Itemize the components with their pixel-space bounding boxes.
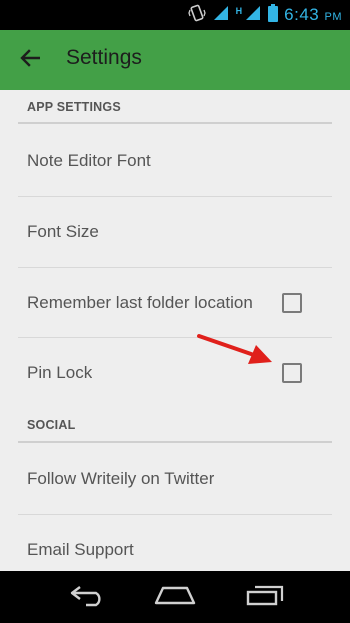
- section-divider: [18, 122, 332, 124]
- setting-remember-last-folder[interactable]: Remember last folder location: [18, 268, 332, 338]
- home-nav-icon: [153, 584, 197, 611]
- home-nav-button[interactable]: [145, 571, 205, 623]
- setting-pin-lock[interactable]: Pin Lock: [18, 338, 332, 408]
- recents-nav-button[interactable]: [235, 571, 295, 623]
- signal-icon: [244, 5, 262, 26]
- status-bar: H 6:43 PM: [0, 0, 350, 30]
- signal-icon: [212, 5, 230, 26]
- section-divider: [18, 441, 332, 443]
- network-type-label: H: [235, 6, 243, 16]
- setting-label: Email Support: [27, 540, 134, 559]
- pin-lock-checkbox[interactable]: [282, 363, 302, 383]
- setting-label: Note Editor Font: [27, 151, 151, 170]
- setting-note-editor-font[interactable]: Note Editor Font: [18, 126, 332, 196]
- section-header-app-settings: APP SETTINGS: [27, 100, 121, 114]
- setting-font-size[interactable]: Font Size: [18, 197, 332, 267]
- remember-folder-checkbox[interactable]: [282, 293, 302, 313]
- annotation-arrow-icon: [196, 330, 276, 375]
- app-bar: Settings: [0, 30, 350, 90]
- setting-email-support[interactable]: Email Support: [18, 515, 332, 571]
- navigation-bar: [0, 571, 350, 623]
- back-nav-icon: [68, 583, 108, 612]
- setting-label: Remember last folder location: [27, 293, 253, 312]
- setting-label: Pin Lock: [27, 363, 93, 382]
- recents-nav-icon: [245, 583, 285, 612]
- battery-icon: [268, 3, 279, 27]
- section-header-social: SOCIAL: [27, 418, 76, 432]
- back-arrow-icon: [20, 48, 41, 72]
- status-time: 6:43 PM: [284, 5, 342, 24]
- back-button[interactable]: [14, 44, 46, 76]
- vibrate-icon: [187, 4, 206, 27]
- page-title: Settings: [66, 46, 142, 69]
- back-nav-button[interactable]: [58, 571, 118, 623]
- status-icons: H 6:43 PM: [187, 0, 342, 30]
- setting-label: Follow Writeily on Twitter: [27, 469, 215, 488]
- setting-follow-twitter[interactable]: Follow Writeily on Twitter: [18, 444, 332, 514]
- setting-label: Font Size: [27, 222, 99, 241]
- settings-list: APP SETTINGS Note Editor Font Font Size …: [0, 90, 350, 571]
